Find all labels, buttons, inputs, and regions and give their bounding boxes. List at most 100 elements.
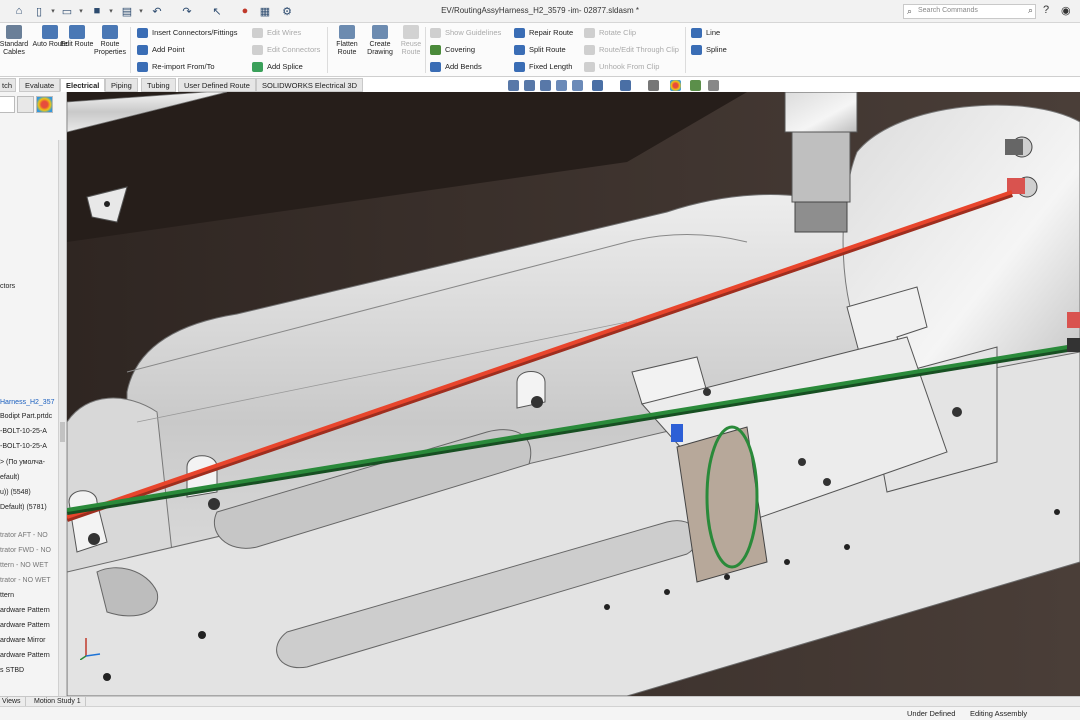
tree-item[interactable]: ttern - NO WET bbox=[0, 559, 48, 572]
reuse-route-label: Reuse Route bbox=[400, 41, 422, 56]
rotate-clip-button[interactable]: Rotate Clip bbox=[584, 26, 636, 40]
tree-item[interactable]: efault) bbox=[0, 471, 19, 484]
unhook-icon bbox=[584, 62, 595, 72]
fastener bbox=[823, 478, 831, 486]
edit-route-button[interactable]: Edit Route bbox=[59, 25, 95, 49]
repair-route-button[interactable]: Repair Route bbox=[514, 26, 573, 40]
reference-triad bbox=[80, 638, 101, 660]
connector-pin bbox=[671, 424, 683, 442]
reuse-route-icon bbox=[403, 25, 419, 39]
tree-item-assembly[interactable]: Harness_H2_357 bbox=[0, 396, 54, 409]
display-style-icon[interactable] bbox=[620, 80, 631, 91]
tree-item[interactable]: -BOLT-10-25-A bbox=[0, 440, 47, 453]
hide-show-items-icon[interactable] bbox=[648, 80, 659, 91]
tree-item[interactable]: u)) (5548) bbox=[0, 486, 31, 499]
tree-scrollbar[interactable] bbox=[58, 140, 66, 696]
tree-item[interactable]: > (По умолча- bbox=[0, 456, 45, 469]
flatten-route-button[interactable]: Flatten Route bbox=[329, 25, 365, 57]
scrollbar-thumb[interactable] bbox=[60, 422, 65, 442]
property-manager-icon[interactable] bbox=[0, 96, 15, 113]
tree-item[interactable]: trator FWD - NO bbox=[0, 544, 51, 557]
insert-connectors-button[interactable]: Insert Connectors/Fittings bbox=[137, 26, 237, 40]
tree-item[interactable]: ardware Pattern bbox=[0, 619, 50, 632]
tab-piping[interactable]: Piping bbox=[105, 78, 138, 92]
bends-icon bbox=[430, 62, 441, 72]
tree-item[interactable]: trator - NO WET bbox=[0, 574, 51, 587]
clip-fastener bbox=[88, 533, 100, 545]
edit-wires-button[interactable]: Edit Wires bbox=[252, 26, 301, 40]
line-icon bbox=[691, 28, 702, 38]
status-mode: Editing Assembly bbox=[970, 709, 1028, 718]
help-icon[interactable]: ? bbox=[1043, 4, 1049, 16]
tab-sketch[interactable]: tch bbox=[0, 78, 16, 92]
add-bends-button[interactable]: Add Bends bbox=[430, 60, 482, 74]
tab-solidworks-electrical-3d[interactable]: SOLIDWORKS Electrical 3D bbox=[256, 78, 364, 92]
edit-wires-icon bbox=[252, 28, 263, 38]
show-guidelines-label: Show Guidelines bbox=[445, 28, 502, 37]
triad-z-axis bbox=[80, 655, 87, 660]
apply-scene-icon[interactable] bbox=[690, 80, 701, 91]
rotate-clip-label: Rotate Clip bbox=[599, 28, 637, 37]
covering-icon bbox=[430, 45, 441, 55]
route-properties-button[interactable]: Route Properties bbox=[92, 25, 128, 57]
edit-connectors-button[interactable]: Edit Connectors bbox=[252, 43, 320, 57]
section-view-icon[interactable] bbox=[556, 80, 567, 91]
clip-fastener bbox=[208, 498, 220, 510]
edit-appearance-icon[interactable] bbox=[670, 80, 681, 91]
ribbon-divider bbox=[130, 27, 131, 73]
graphics-viewport[interactable] bbox=[67, 92, 1080, 696]
insert-connectors-label: Insert Connectors/Fittings bbox=[152, 28, 238, 37]
tab-electrical[interactable]: Electrical bbox=[60, 78, 106, 92]
add-splice-button[interactable]: Add Splice bbox=[252, 60, 303, 74]
reimport-from-to-button[interactable]: Re-import From/To bbox=[137, 60, 215, 74]
search-input[interactable]: ⌕ Search Commands ⌕ bbox=[903, 4, 1036, 19]
tab-tubing[interactable]: Tubing bbox=[141, 78, 176, 92]
view-settings-icon[interactable] bbox=[708, 80, 719, 91]
display-manager-icon[interactable] bbox=[36, 96, 53, 113]
heads-up-view-toolbar bbox=[508, 80, 719, 92]
standard-cables-button[interactable]: Standard Cables bbox=[0, 25, 32, 57]
splice-icon bbox=[252, 62, 263, 72]
tree-item[interactable]: s STBD bbox=[0, 664, 24, 677]
mounting-hole bbox=[1054, 509, 1060, 515]
spline-button[interactable]: Spline bbox=[691, 43, 727, 57]
rotate-clip-icon bbox=[584, 28, 595, 38]
configuration-manager-icon[interactable] bbox=[17, 96, 34, 113]
zoom-to-fit-icon[interactable] bbox=[508, 80, 519, 91]
assembly-model bbox=[67, 92, 1080, 696]
route-edit-through-clip-button[interactable]: Route/Edit Through Clip bbox=[584, 43, 679, 57]
tree-item[interactable]: ardware Pattern bbox=[0, 604, 50, 617]
tree-item[interactable]: Bodipt Part.prtdc bbox=[0, 410, 52, 423]
tab-evaluate[interactable]: Evaluate bbox=[19, 78, 61, 92]
previous-view-icon[interactable] bbox=[540, 80, 551, 91]
tree-item[interactable]: -BOLT-10-25-A bbox=[0, 425, 47, 438]
unhook-from-clip-button[interactable]: Unhook From Clip bbox=[584, 60, 659, 74]
add-point-button[interactable]: Add Point bbox=[137, 43, 185, 57]
route-properties-icon bbox=[102, 25, 118, 39]
tree-item[interactable]: ardware Pattern bbox=[0, 649, 50, 662]
user-icon[interactable]: ◉ bbox=[1061, 4, 1071, 17]
covering-button[interactable]: Covering bbox=[430, 43, 475, 57]
search-scope-icon: ⌕ bbox=[907, 6, 913, 16]
ribbon-divider bbox=[685, 27, 686, 73]
flatten-route-label: Flatten Route bbox=[336, 41, 358, 56]
split-route-button[interactable]: Split Route bbox=[514, 43, 566, 57]
tree-item[interactable]: Default) (5781) bbox=[0, 501, 47, 514]
tree-item[interactable]: ttern bbox=[0, 589, 14, 602]
tab-user-defined-route[interactable]: User Defined Route bbox=[178, 78, 256, 92]
search-icon[interactable]: ⌕ bbox=[1028, 5, 1033, 16]
dynamic-annotation-icon[interactable] bbox=[572, 80, 583, 91]
edit-wires-label: Edit Wires bbox=[267, 28, 302, 37]
reuse-route-button[interactable]: Reuse Route bbox=[393, 25, 429, 57]
view-orientation-icon[interactable] bbox=[592, 80, 603, 91]
title-bar: ⌂ ▯ ▾ ▭ ▾ ■ ▾ ▤ ▾ ↶ ↷ ↖ ● ▦ ⚙ EV/Routing… bbox=[0, 0, 1080, 23]
zoom-to-area-icon[interactable] bbox=[524, 80, 535, 91]
tree-item[interactable]: ctors bbox=[0, 280, 15, 293]
show-guidelines-button[interactable]: Show Guidelines bbox=[430, 26, 501, 40]
tree-item[interactable]: ardware Mirror bbox=[0, 634, 46, 647]
fixed-length-button[interactable]: Fixed Length bbox=[514, 60, 572, 74]
create-drawing-label: Create Drawing bbox=[367, 41, 393, 56]
line-button[interactable]: Line bbox=[691, 26, 720, 40]
connector-icon bbox=[137, 28, 148, 38]
tree-item[interactable]: trator AFT - NO bbox=[0, 529, 48, 542]
